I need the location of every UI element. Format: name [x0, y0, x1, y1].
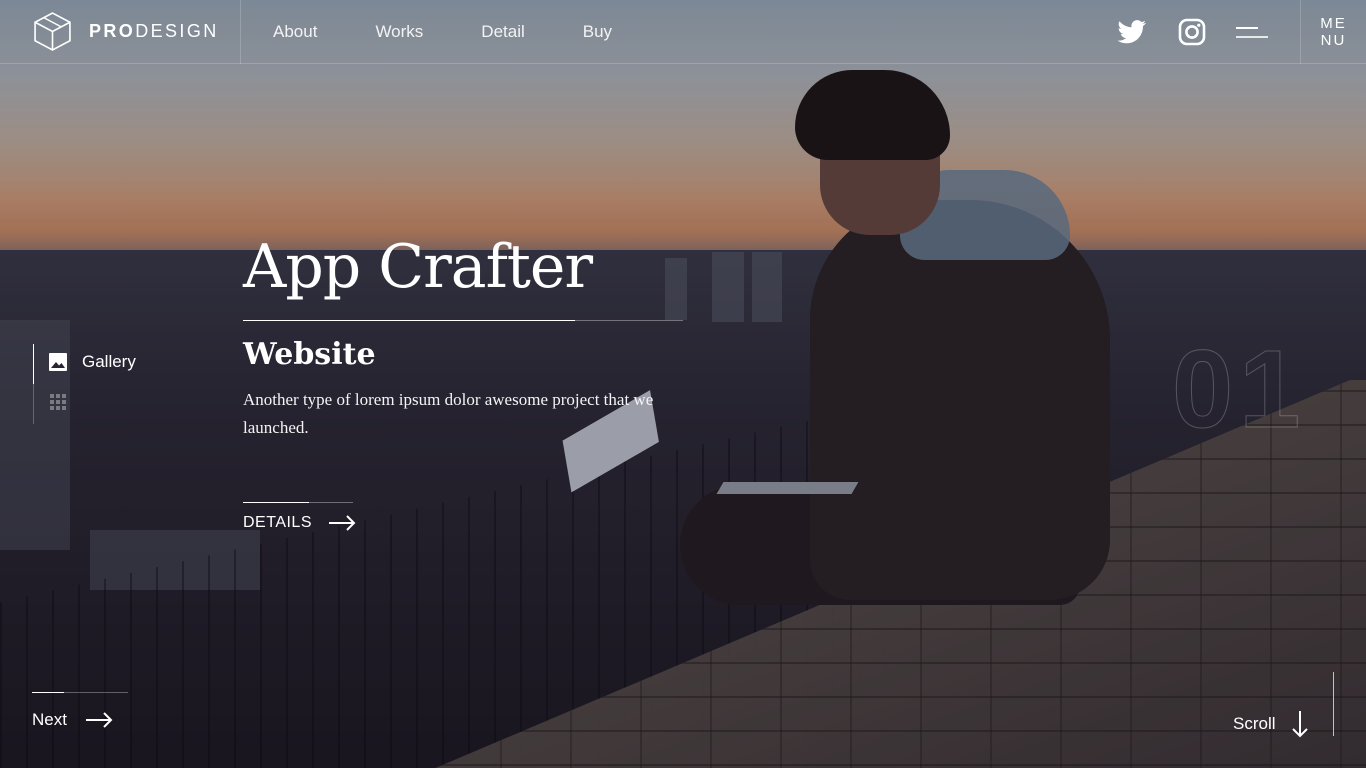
details-label: DETAILS	[243, 514, 312, 531]
scroll-button[interactable]: Scroll	[1233, 710, 1308, 738]
hero-background-photo	[0, 0, 1366, 768]
nav-item-buy[interactable]: Buy	[583, 22, 612, 42]
menu-label-line2: NU	[1320, 32, 1347, 49]
brand-light: DESIGN	[135, 21, 219, 41]
top-header: PRODESIGN About Works Detail Buy ME NU	[0, 0, 1366, 64]
next-label: Next	[32, 710, 67, 729]
instagram-link[interactable]	[1162, 0, 1222, 64]
details-button[interactable]: DETAILS	[243, 514, 356, 532]
brand-name: PRODESIGN	[89, 21, 219, 42]
hero-divider	[243, 320, 683, 321]
grid-icon[interactable]	[50, 394, 66, 410]
hero-description: Another type of lorem ipsum dolor awesom…	[243, 390, 654, 437]
hamburger-icon[interactable]	[1236, 0, 1288, 64]
hero-subtitle: Website	[243, 337, 376, 372]
nav-item-about[interactable]: About	[273, 22, 317, 42]
scroll-indicator-line	[1333, 672, 1334, 736]
hero-title: App Crafter	[243, 232, 593, 302]
main-nav: About Works Detail Buy	[241, 0, 670, 64]
brand-bold: PRO	[89, 21, 136, 41]
scroll-label: Scroll	[1233, 714, 1276, 733]
hamburger-line	[1236, 35, 1268, 38]
instagram-icon	[1178, 18, 1206, 46]
dark-overlay	[0, 0, 1366, 768]
cube-icon	[34, 12, 71, 51]
gallery-label: Gallery	[82, 352, 136, 371]
arrow-right-icon	[329, 515, 356, 531]
nav-item-detail[interactable]: Detail	[481, 22, 524, 42]
arrow-right-icon	[85, 712, 113, 728]
gallery-view-button[interactable]: Gallery	[48, 352, 136, 372]
twitter-icon	[1117, 20, 1146, 44]
menu-label-line1: ME	[1320, 15, 1347, 32]
slide-number: 01	[1171, 328, 1307, 452]
menu-button[interactable]: ME NU	[1300, 0, 1366, 64]
twitter-link[interactable]	[1102, 0, 1162, 64]
view-switcher-indicator	[33, 344, 34, 424]
nav-item-works[interactable]: Works	[375, 22, 423, 42]
next-button[interactable]: Next	[32, 710, 113, 730]
details-divider	[243, 502, 353, 503]
next-divider	[32, 692, 128, 693]
logo[interactable]: PRODESIGN	[0, 0, 241, 64]
hamburger-line	[1236, 26, 1258, 29]
arrow-down-icon	[1291, 711, 1308, 738]
image-icon	[49, 353, 67, 371]
header-actions: ME NU	[1102, 0, 1366, 64]
